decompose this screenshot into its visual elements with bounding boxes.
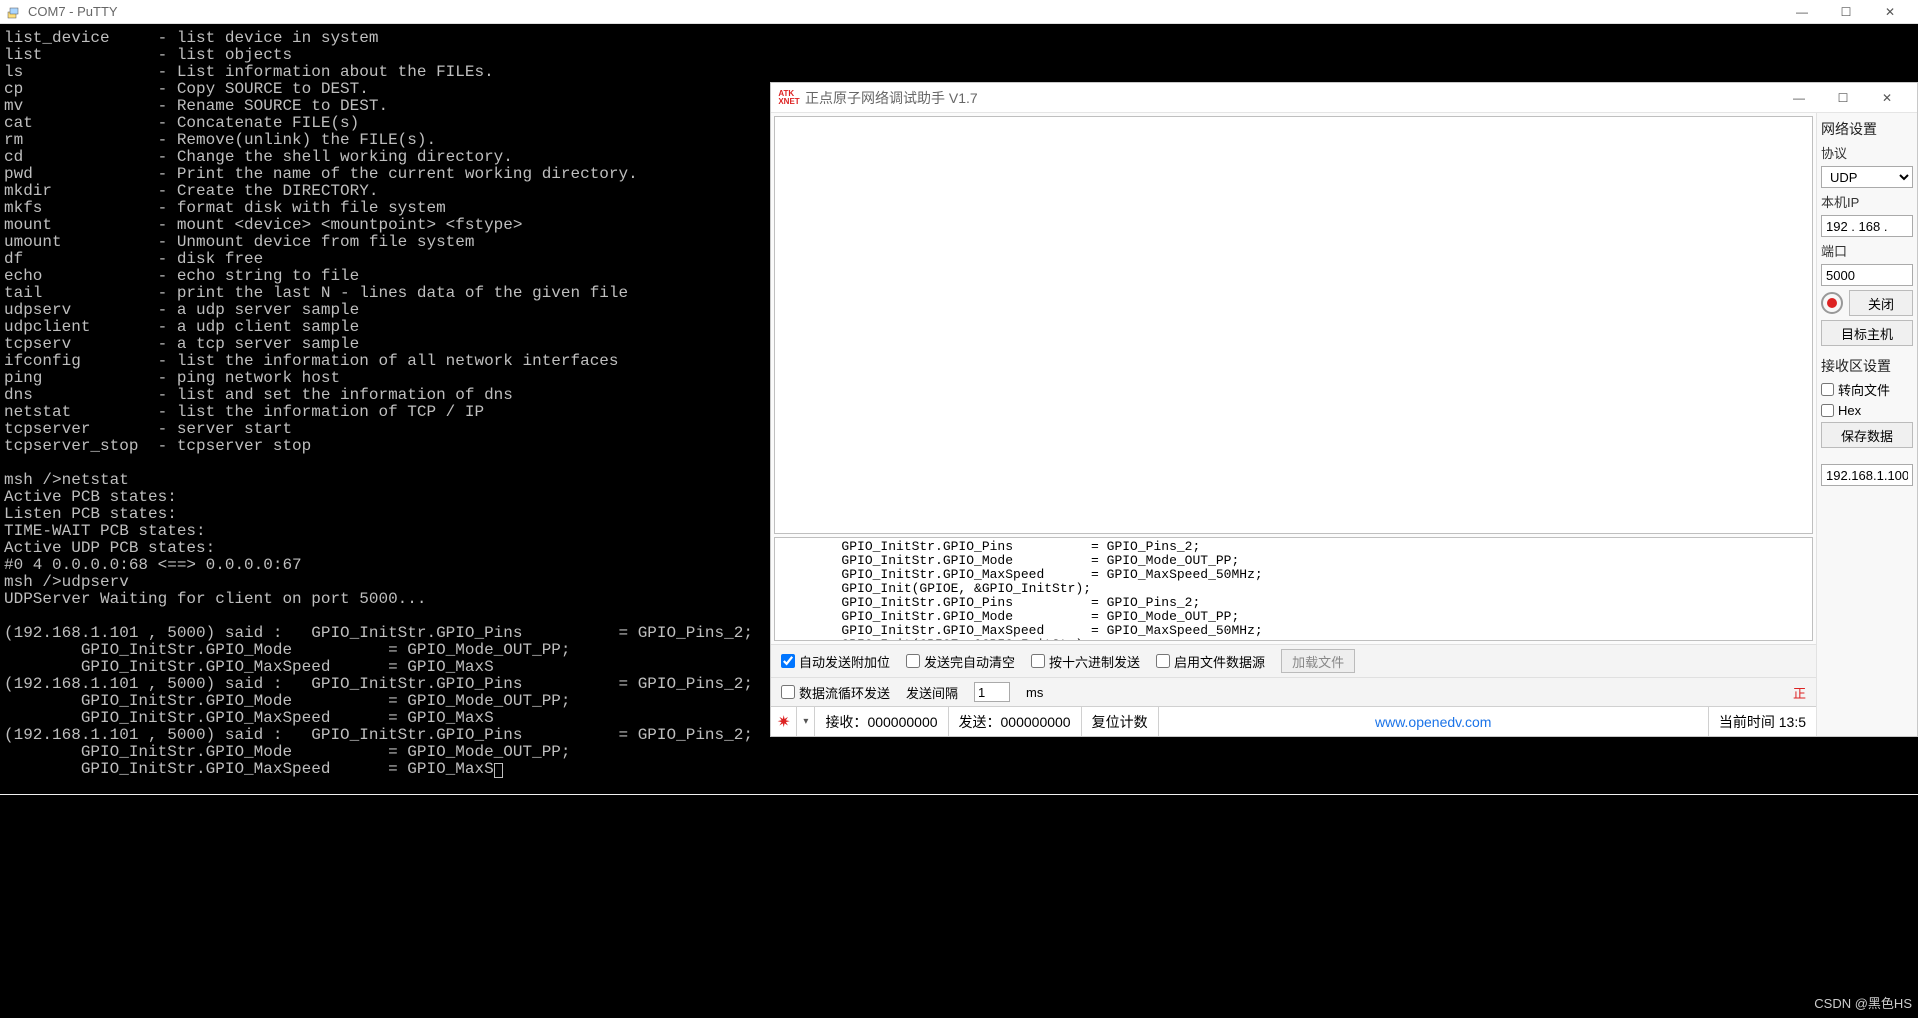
- terminal-cursor: [494, 763, 503, 778]
- send-counter: 发送：000000000: [949, 707, 1082, 736]
- nettool-body: GPIO_InitStr.GPIO_Pins = GPIO_Pins_2; GP…: [771, 113, 1917, 736]
- vendor-url[interactable]: www.openedv.com: [1159, 707, 1709, 736]
- protocol-select[interactable]: UDP: [1821, 166, 1913, 188]
- save-data-button[interactable]: 保存数据: [1821, 422, 1913, 448]
- to-file-checkbox[interactable]: 转向文件: [1821, 380, 1913, 399]
- local-ip-input[interactable]: [1821, 215, 1913, 237]
- minimize-button[interactable]: —: [1780, 1, 1824, 23]
- maximize-button[interactable]: ☐: [1821, 87, 1865, 109]
- receive-area[interactable]: [774, 116, 1813, 534]
- nettool-main: GPIO_InitStr.GPIO_Pins = GPIO_Pins_2; GP…: [771, 113, 1817, 736]
- loop-send-checkbox[interactable]: 数据流循环发送: [781, 683, 890, 702]
- gear-icon[interactable]: ✷: [771, 707, 797, 736]
- auto-send-addl-checkbox[interactable]: 自动发送附加位: [781, 652, 890, 671]
- statusbar: ✷ ▾ 接收：000000000 发送：000000000 复位计数 www.o…: [771, 706, 1816, 736]
- close-button[interactable]: ✕: [1865, 87, 1909, 109]
- protocol-label: 协议: [1821, 143, 1913, 162]
- nettool-logo-icon: ATKXNET: [779, 88, 799, 108]
- recv-settings-title: 接收区设置: [1821, 356, 1913, 376]
- port-label: 端口: [1821, 241, 1913, 260]
- window-controls: — ☐ ✕: [1780, 1, 1912, 23]
- maximize-button[interactable]: ☐: [1824, 1, 1868, 23]
- reset-counter-button[interactable]: 复位计数: [1092, 712, 1148, 732]
- clear-after-send-checkbox[interactable]: 发送完自动清空: [906, 652, 1015, 671]
- enable-file-src-checkbox[interactable]: 启用文件数据源: [1156, 652, 1265, 671]
- interval-label: 发送间隔: [906, 683, 958, 702]
- close-button[interactable]: ✕: [1868, 1, 1912, 23]
- port-input[interactable]: [1821, 264, 1913, 286]
- dropdown-icon[interactable]: ▾: [797, 707, 815, 736]
- terminal-output: list_device - list device in system list…: [4, 29, 753, 778]
- load-file-button[interactable]: 加载文件: [1281, 649, 1355, 673]
- recv-counter: 接收：000000000: [815, 707, 948, 736]
- nettool-title: 正点原子网络调试助手 V1.7: [805, 88, 1777, 108]
- interval-unit: ms: [1026, 685, 1043, 700]
- net-settings-title: 网络设置: [1821, 119, 1913, 139]
- status-indicator-icon: 正: [1793, 683, 1806, 702]
- putty-titlebar[interactable]: COM7 - PuTTY — ☐ ✕: [0, 0, 1918, 24]
- send-hex-checkbox[interactable]: 按十六进制发送: [1031, 652, 1140, 671]
- hex-checkbox[interactable]: Hex: [1821, 403, 1913, 418]
- minimize-button[interactable]: —: [1777, 87, 1821, 109]
- nettool-window: ATKXNET 正点原子网络调试助手 V1.7 — ☐ ✕ GPIO_InitS…: [770, 82, 1918, 737]
- watermark: CSDN @黑色HS: [1814, 993, 1912, 1012]
- send-options-row-1: 自动发送附加位 发送完自动清空 按十六进制发送 启用文件数据源 加载文件: [771, 644, 1816, 677]
- send-options-row-2: 数据流循环发送 发送间隔 ms 正: [771, 677, 1816, 706]
- interval-input[interactable]: [974, 682, 1010, 702]
- putty-icon: [6, 4, 22, 20]
- connection-status-icon: [1821, 292, 1843, 314]
- window-controls: — ☐ ✕: [1777, 87, 1909, 109]
- putty-title: COM7 - PuTTY: [28, 4, 1780, 19]
- nettool-sidebar: 网络设置 协议 UDP 本机IP 端口 关闭 目标主机 接收区设置 转向文件 H…: [1817, 113, 1917, 736]
- send-area[interactable]: GPIO_InitStr.GPIO_Pins = GPIO_Pins_2; GP…: [774, 537, 1813, 641]
- close-connection-button[interactable]: 关闭: [1849, 290, 1913, 316]
- local-ip-label: 本机IP: [1821, 192, 1913, 211]
- nettool-titlebar[interactable]: ATKXNET 正点原子网络调试助手 V1.7 — ☐ ✕: [771, 83, 1917, 113]
- current-time: 当前时间 13:5: [1709, 707, 1816, 736]
- target-ip-input[interactable]: [1821, 464, 1913, 486]
- target-host-button[interactable]: 目标主机: [1821, 320, 1913, 346]
